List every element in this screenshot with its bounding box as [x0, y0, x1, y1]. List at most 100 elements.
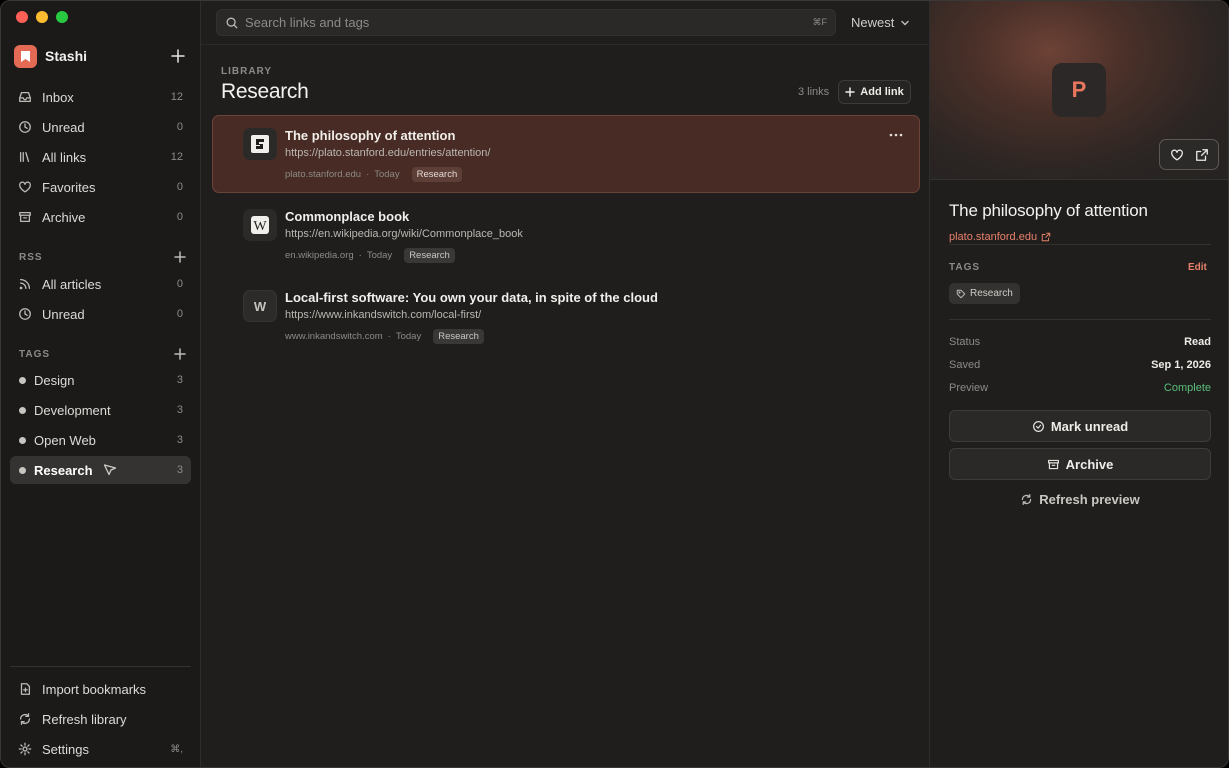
plus-icon: [845, 87, 856, 97]
sidebar-item-label: Unread: [42, 306, 85, 322]
external-link-icon: [1041, 232, 1051, 242]
tag-badge: Research: [404, 248, 455, 263]
sidebar-item-label: Open Web: [34, 432, 96, 448]
status-row: Status Read: [949, 336, 1211, 348]
sidebar-item-tag-design[interactable]: Design 3: [10, 366, 191, 394]
link-meta: en.wikipedia.org · Today Research: [285, 248, 455, 263]
item-count: 3: [176, 434, 183, 446]
close-window-button[interactable]: [16, 11, 28, 23]
link-row[interactable]: W Commonplace book https://en.wikipedia.…: [212, 196, 920, 274]
link-title: Commonplace book: [285, 209, 410, 224]
brand-header: Stashi: [14, 44, 186, 68]
link-count: 3 links: [798, 86, 830, 98]
footer-item-label: Import bookmarks: [42, 681, 147, 697]
top-toolbar: ⌘F Newest: [201, 1, 929, 45]
detail-pane: P The philosophy of attention plato.stan…: [930, 1, 1228, 767]
preview-label: Preview: [949, 382, 989, 394]
sidebar-item-archive[interactable]: Archive 0: [10, 203, 191, 231]
sidebar-item-label: Archive: [42, 209, 86, 225]
mark-unread-button[interactable]: Mark unread: [949, 410, 1211, 442]
heart-icon: [19, 181, 31, 193]
tag-badge: Research: [411, 167, 463, 182]
sidebar-item-all-articles[interactable]: All articles 0: [10, 270, 191, 298]
item-count: 12: [170, 151, 183, 163]
link-meta: plato.stanford.edu · Today Research: [285, 167, 463, 182]
detail-title: The philosophy of attention: [949, 201, 1148, 220]
sidebar-item-inbox[interactable]: Inbox 12: [10, 83, 191, 111]
library-label: LIBRARY: [221, 66, 273, 77]
ellipsis-icon: [889, 133, 903, 137]
section-title: RSS: [19, 251, 43, 263]
refresh-preview-button[interactable]: Refresh preview: [949, 492, 1211, 507]
sort-label: Newest: [851, 15, 895, 30]
heart-icon: [1170, 149, 1183, 160]
search-box[interactable]: ⌘F: [216, 9, 836, 36]
zoom-window-button[interactable]: [56, 11, 68, 23]
link-title: The philosophy of attention: [285, 128, 456, 143]
link-date: Today: [366, 250, 393, 261]
page-title: Research: [221, 80, 309, 103]
library-pane: ⌘F Newest LIBRARY Research 3 links Add l…: [201, 1, 930, 767]
tag-color-dot: [19, 436, 26, 444]
preview-hero: P: [930, 1, 1228, 180]
hero-actions: [1159, 139, 1219, 170]
minimize-window-button[interactable]: [36, 11, 48, 23]
sidebar-footer: Import bookmarks Refresh library Setting…: [10, 666, 191, 765]
open-external-button[interactable]: [1195, 148, 1209, 162]
sidebar-item-tag-research[interactable]: Research 3: [10, 456, 191, 484]
link-row[interactable]: W Local-first software: You own your dat…: [212, 277, 920, 355]
preview-row: Preview Complete: [949, 382, 1211, 394]
refresh-icon: [1022, 494, 1032, 505]
import-bookmarks-button[interactable]: Import bookmarks: [10, 675, 191, 703]
refresh-library-button[interactable]: Refresh library: [10, 705, 191, 733]
domain-text: plato.stanford.edu: [949, 231, 1038, 243]
wikipedia-icon: W: [243, 209, 277, 241]
item-count: 0: [176, 308, 183, 320]
status-value: Read: [1184, 336, 1211, 348]
svg-text:W: W: [253, 219, 267, 234]
sidebar-item-tag-development[interactable]: Development 3: [10, 396, 191, 424]
edit-tags-button[interactable]: Edit: [1188, 262, 1207, 273]
settings-button[interactable]: Settings ⌘,: [10, 735, 191, 763]
rss-nav: All articles 0 Unread 0: [10, 270, 191, 330]
archive-button[interactable]: Archive: [949, 448, 1211, 480]
link-date: Today: [374, 169, 400, 180]
item-count: 0: [176, 121, 183, 133]
search-input[interactable]: [245, 15, 813, 30]
tag-color-dot: [19, 376, 26, 384]
sidebar-item-rss-unread[interactable]: Unread 0: [10, 300, 191, 328]
bookmark-logo-icon: [14, 44, 37, 68]
sidebar-item-tag-open-web[interactable]: Open Web 3: [10, 426, 191, 454]
more-options-button[interactable]: [889, 133, 903, 137]
library-icon: [19, 151, 30, 163]
sidebar-item-label: Unread: [42, 119, 85, 135]
tags-section-header: TAGS: [19, 347, 186, 361]
link-meta: www.inkandswitch.com · Today Research: [285, 329, 484, 344]
window-controls: [16, 11, 68, 23]
sidebar-item-label: Inbox: [42, 89, 74, 105]
add-feed-button[interactable]: [174, 251, 186, 263]
search-shortcut: ⌘F: [812, 17, 828, 27]
add-tag-button[interactable]: [174, 348, 186, 360]
favorite-button[interactable]: [1170, 148, 1184, 162]
link-row[interactable]: The philosophy of attention https://plat…: [212, 115, 920, 193]
sort-dropdown[interactable]: Newest: [851, 15, 910, 30]
cursor-icon: [103, 464, 116, 476]
sidebar-item-all-links[interactable]: All links 12: [10, 143, 191, 171]
tag-icon: [956, 289, 966, 298]
archive-icon: [1047, 459, 1059, 469]
new-item-button[interactable]: [170, 48, 186, 64]
item-count: 3: [176, 374, 183, 386]
item-count: 0: [176, 278, 183, 290]
settings-shortcut: ⌘,: [170, 743, 183, 755]
sidebar-item-unread[interactable]: Unread 0: [10, 113, 191, 141]
tag-label: Research: [970, 288, 1013, 299]
tag-badge: Research: [433, 329, 484, 344]
detail-domain-link[interactable]: plato.stanford.edu: [949, 231, 1051, 243]
tag-badge[interactable]: Research: [949, 283, 1020, 304]
sidebar-item-label: All links: [42, 149, 87, 165]
link-title: Local-first software: You own your data,…: [285, 290, 658, 305]
link-url: https://www.inkandswitch.com/local-first…: [285, 309, 482, 321]
add-link-button[interactable]: Add link: [838, 80, 911, 104]
sidebar-item-favorites[interactable]: Favorites 0: [10, 173, 191, 201]
